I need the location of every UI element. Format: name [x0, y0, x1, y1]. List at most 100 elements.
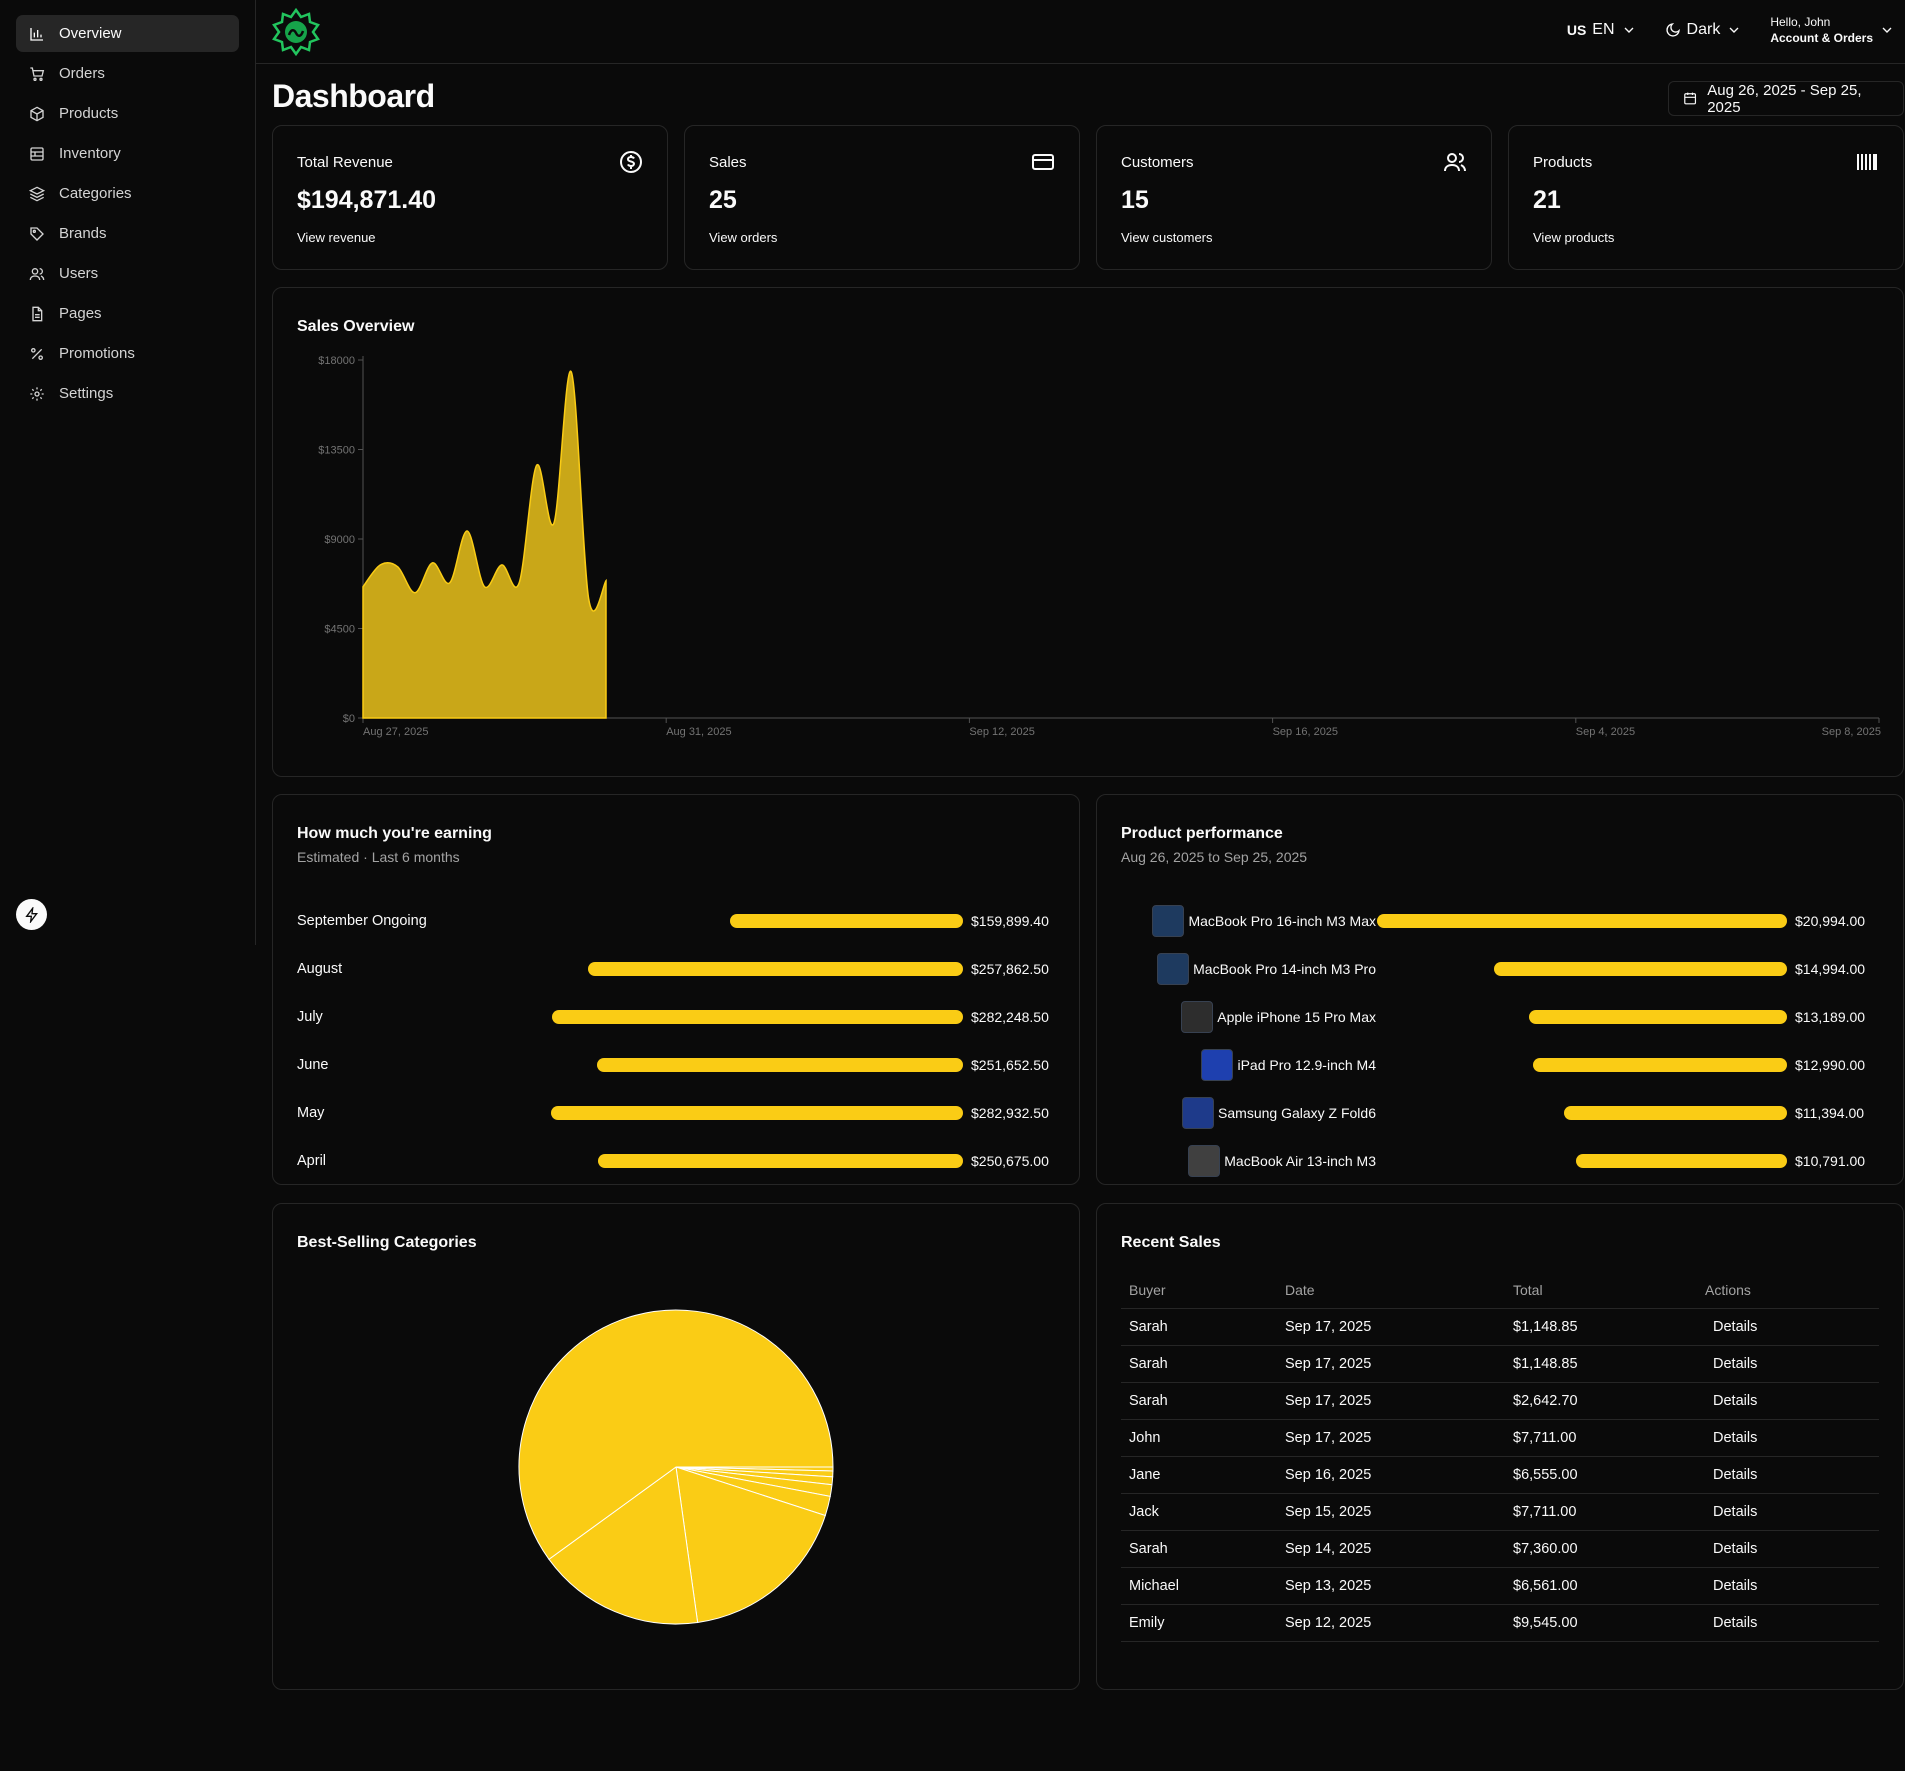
buyer-cell: Michael [1121, 1567, 1277, 1605]
sidebar-item-categories[interactable]: Categories [16, 175, 239, 212]
total-cell: $7,360.00 [1505, 1530, 1697, 1568]
total-cell: $1,148.85 [1505, 1308, 1697, 1346]
product-row: MacBook Air 13-inch M3 $10,791.00 [1121, 1145, 1879, 1177]
stat-label: Products [1533, 154, 1593, 171]
total-cell: $1,148.85 [1505, 1345, 1697, 1383]
date-cell: Sep 17, 2025 [1277, 1419, 1505, 1457]
dollar-circle-icon [620, 151, 642, 173]
details-link[interactable]: Details [1697, 1567, 1879, 1605]
product-revenue: $20,994.00 [1795, 913, 1866, 929]
stat-value: 21 [1533, 186, 1561, 214]
product-name: MacBook Air 13-inch M3 [1224, 1153, 1376, 1169]
account-menu[interactable]: Hello, John Account & Orders [1770, 14, 1895, 46]
details-link[interactable]: Details [1697, 1345, 1879, 1383]
product-row: iPad Pro 12.9-inch M4 $12,990.00 [1121, 1049, 1879, 1081]
sidebar-item-label: Settings [59, 385, 114, 402]
buyer-cell: Sarah [1121, 1382, 1277, 1420]
earnings-row: April $250,675.00 [297, 1149, 1055, 1173]
sidebar-item-label: Pages [59, 305, 102, 322]
earnings-month: September Ongoing [297, 913, 427, 929]
details-link[interactable]: Details [1697, 1604, 1879, 1642]
chevron-down-icon [1729, 27, 1739, 33]
sidebar-item-label: Categories [59, 185, 132, 202]
sidebar-item-users[interactable]: Users [16, 255, 239, 292]
language-code: US [1566, 22, 1587, 38]
sidebar-item-label: Orders [59, 65, 105, 82]
stat-card-products: Products 21 View products [1508, 125, 1904, 270]
sidebar-item-brands[interactable]: Brands [16, 215, 239, 252]
column-header: Total [1505, 1272, 1697, 1309]
product-bar [1377, 914, 1787, 928]
date-cell: Sep 12, 2025 [1277, 1604, 1505, 1642]
theme-selector[interactable]: Dark [1665, 21, 1743, 39]
sidebar-item-products[interactable]: Products [16, 95, 239, 132]
details-link[interactable]: Details [1697, 1456, 1879, 1494]
recent-sales-table: Buyer Date Total Actions Sarah Sep 17, 2025 $… [1121, 1272, 1879, 1642]
details-link[interactable]: Details [1697, 1382, 1879, 1420]
sidebar-item-label: Inventory [59, 145, 121, 162]
layers-icon [29, 186, 45, 201]
language-selector[interactable]: US EN [1567, 21, 1637, 39]
product-bar [1529, 1010, 1787, 1024]
earnings-month: May [297, 1105, 325, 1121]
bolt-button[interactable] [16, 899, 47, 930]
product-row: Samsung Galaxy Z Fold6 $11,394.00 [1121, 1097, 1879, 1129]
y-tick-label: $18000 [318, 355, 355, 367]
table-row: Jack Sep 15, 2025 $7,711.00 Details [1121, 1493, 1879, 1531]
chevron-down-icon [1882, 27, 1892, 33]
brand-logo[interactable] [272, 8, 320, 56]
sidebar-item-inventory[interactable]: Inventory [16, 135, 239, 172]
best-selling-categories-card: Best-Selling Categories [272, 1203, 1080, 1690]
date-cell: Sep 17, 2025 [1277, 1345, 1505, 1383]
sidebar-item-promotions[interactable]: Promotions [16, 335, 239, 372]
card-title: How much you're earning [297, 825, 492, 842]
product-row: Apple iPhone 15 Pro Max $13,189.00 [1121, 1001, 1879, 1033]
product-bar-track [1376, 1058, 1795, 1072]
language-label: EN [1592, 21, 1615, 38]
greeting: Hello, John [1770, 15, 1831, 29]
earnings-bar-track [324, 1106, 971, 1120]
details-link[interactable]: Details [1697, 1493, 1879, 1531]
product-bar [1533, 1058, 1787, 1072]
recent-sales-card: Recent Sales Buyer Date Total Actions Sarah… [1096, 1203, 1904, 1690]
details-link[interactable]: Details [1697, 1530, 1879, 1568]
date-range-picker[interactable]: Aug 26, 2025 - Sep 25, 2025 [1668, 81, 1904, 116]
product-performance-card: Product performance Aug 26, 2025 to Sep … [1096, 794, 1904, 1185]
product-name: iPad Pro 12.9-inch M4 [1237, 1057, 1376, 1073]
barcode-icon [1857, 154, 1877, 170]
sidebar-item-orders[interactable]: Orders [16, 55, 239, 92]
earnings-bar-track [326, 1154, 971, 1168]
view-customers-link[interactable]: View customers [1121, 230, 1213, 245]
y-tick-label: $4500 [324, 624, 355, 636]
date-cell: Sep 17, 2025 [1277, 1308, 1505, 1346]
view-products-link[interactable]: View products [1533, 230, 1614, 245]
sidebar-item-overview[interactable]: Overview [16, 15, 239, 52]
table-row: John Sep 17, 2025 $7,711.00 Details [1121, 1419, 1879, 1457]
earnings-bar [587, 962, 963, 976]
product-thumbnail [1182, 1097, 1215, 1129]
table-row: Sarah Sep 14, 2025 $7,360.00 Details [1121, 1530, 1879, 1568]
details-link[interactable]: Details [1697, 1308, 1879, 1346]
card-subtitle: Estimated · Last 6 months [297, 849, 460, 865]
product-revenue: $14,994.00 [1795, 961, 1866, 977]
total-cell: $9,545.00 [1505, 1604, 1697, 1642]
sidebar-item-settings[interactable]: Settings [16, 375, 239, 412]
earnings-value: $250,675.00 [971, 1153, 1049, 1169]
product-thumbnail [1201, 1049, 1234, 1081]
date-cell: Sep 14, 2025 [1277, 1530, 1505, 1568]
date-cell: Sep 13, 2025 [1277, 1567, 1505, 1605]
view-orders-link[interactable]: View orders [709, 230, 777, 245]
users-icon [29, 267, 45, 280]
view-revenue-link[interactable]: View revenue [297, 230, 376, 245]
inventory-icon [30, 146, 44, 161]
card-subtitle: Aug 26, 2025 to Sep 25, 2025 [1121, 849, 1308, 865]
y-tick-label: $0 [343, 713, 355, 725]
details-link[interactable]: Details [1697, 1419, 1879, 1457]
earnings-value: $282,248.50 [971, 1009, 1049, 1025]
column-header: Buyer [1121, 1272, 1277, 1309]
sidebar-item-pages[interactable]: Pages [16, 295, 239, 332]
earnings-bar [597, 1154, 963, 1168]
sidebar-item-label: Products [59, 105, 119, 122]
sidebar-item-label: Brands [59, 225, 107, 242]
buyer-cell: Jack [1121, 1493, 1277, 1531]
